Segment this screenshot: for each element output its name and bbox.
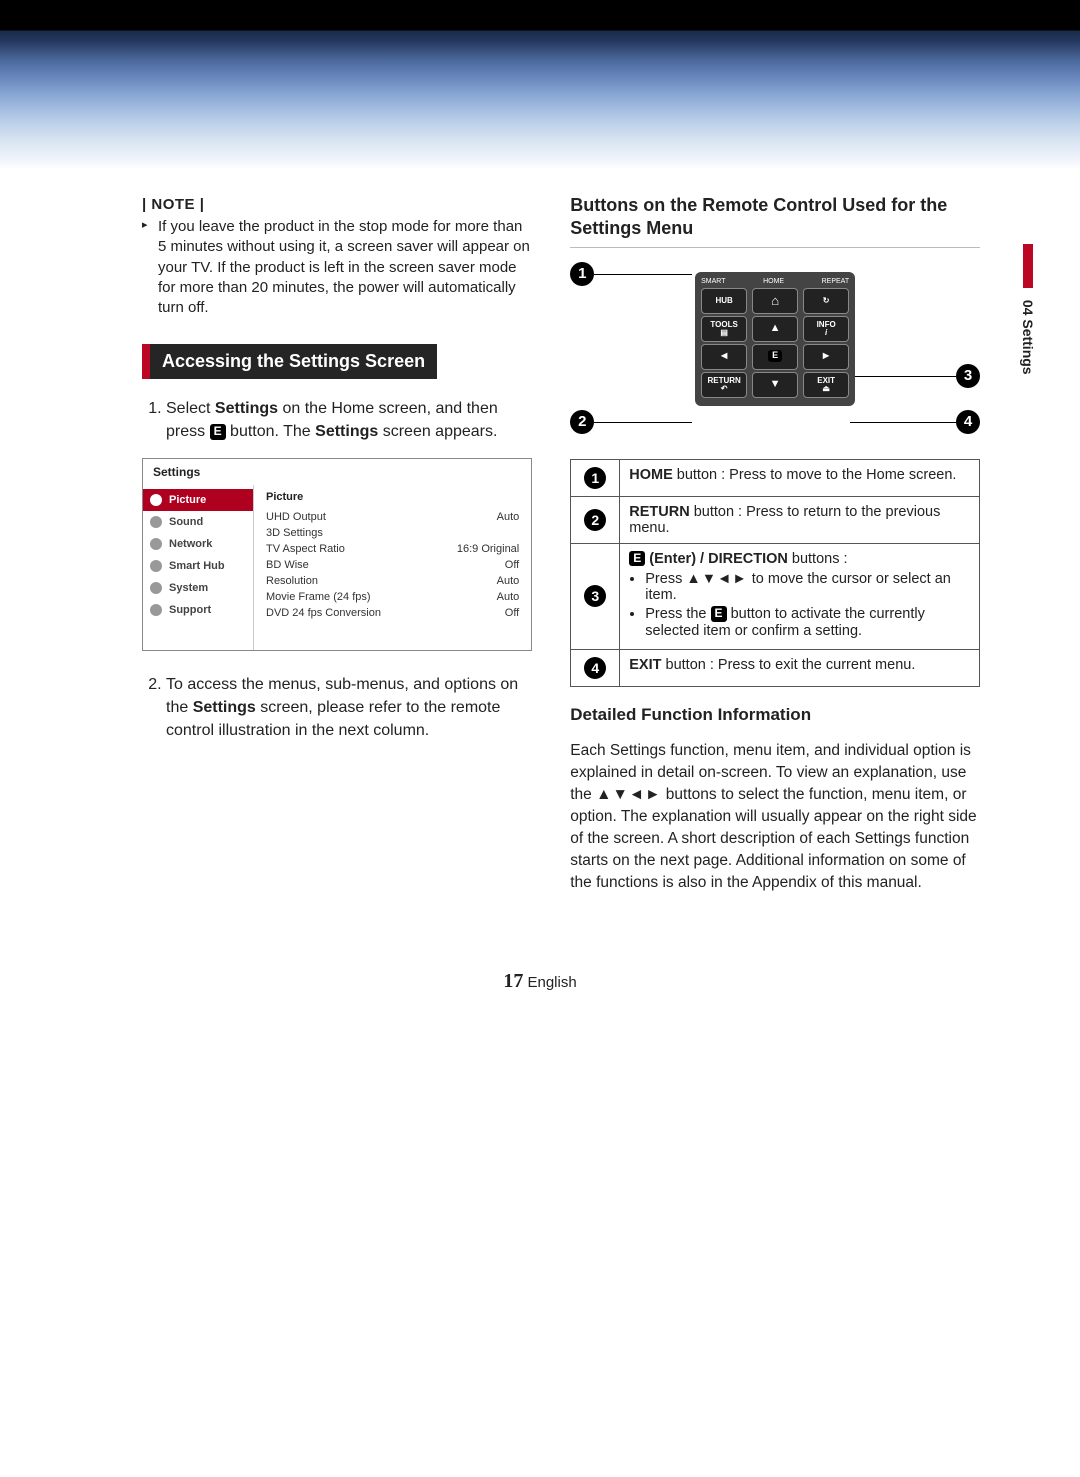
return-button: RETURN↶ [701,372,747,398]
enter-icon: E [711,606,727,621]
step-1: Select Settings on the Home screen, and … [166,397,532,443]
detailed-function-info-paragraph: Each Settings function, menu item, and i… [570,740,980,894]
legend-row-4: EXIT button : Press to exit the current … [620,649,980,686]
divider [570,247,980,248]
left-button: ◄ [701,344,747,370]
settings-screenshot: Settings Picture Sound Network Smart Hub… [142,458,532,651]
subheading-remote-buttons: Buttons on the Remote Control Used for t… [570,194,980,241]
right-button: ► [803,344,849,370]
right-column: 04 Settings Buttons on the Remote Contro… [570,190,980,910]
left-column: | NOTE | If you leave the product in the… [142,190,532,910]
legend-row-3: E (Enter) / DIRECTION buttons : Press ▲▼… [620,543,980,649]
callout-4: 4 [956,410,980,434]
sidebar-item-smarthub: Smart Hub [143,555,253,577]
legend-row-2: RETURN button : Press to return to the p… [620,496,980,543]
legend-num-2: 2 [584,509,606,531]
repeat-button: ↻ [803,288,849,314]
info-button: INFOi [803,316,849,342]
note-text: If you leave the product in the stop mod… [158,217,532,318]
exit-button: EXIT⏏ [803,372,849,398]
heading-detailed-function-info: Detailed Function Information [570,705,980,725]
remote-legend-table: 1 HOME button : Press to move to the Hom… [570,459,980,687]
sidebar-item-system: System [143,577,253,599]
section-heading-access-settings: Accessing the Settings Screen [142,344,437,379]
hub-button: HUB [701,288,747,314]
home-button-icon: ⌂ [752,288,798,314]
chapter-tab: 04 Settings [1020,244,1036,375]
legend-num-3: 3 [584,585,606,607]
callout-2: 2 [570,410,594,434]
enter-icon: E [629,551,645,566]
settings-sidebar: Picture Sound Network Smart Hub System S… [143,485,254,650]
remote-image: SMART HOME REPEAT HUB ⌂ ↻ TOOLS▤ ▲ INFOi [695,272,855,406]
legend-num-4: 4 [584,657,606,679]
callout-1: 1 [570,262,594,286]
page-footer: 17 English [0,970,1080,993]
enter-button: E [752,344,798,370]
tools-button: TOOLS▤ [701,316,747,342]
legend-num-1: 1 [584,467,606,489]
remote-diagram: 1 2 3 4 SMART HOME REPEAT HUB ⌂ [570,262,980,447]
note-label: | NOTE | [142,196,532,213]
enter-icon: E [210,424,226,439]
sidebar-item-network: Network [143,533,253,555]
up-button: ▲ [752,316,798,342]
sidebar-item-sound: Sound [143,511,253,533]
down-button: ▼ [752,372,798,398]
settings-main: Picture UHD OutputAuto 3D Settings TV As… [254,485,531,650]
step-2: To access the menus, sub-menus, and opti… [166,673,532,743]
sidebar-item-support: Support [143,599,253,621]
settings-title: Settings [143,459,531,485]
callout-3: 3 [956,364,980,388]
sidebar-item-picture: Picture [143,489,253,511]
legend-row-1: HOME button : Press to move to the Home … [620,459,980,496]
top-banner [0,0,1080,170]
